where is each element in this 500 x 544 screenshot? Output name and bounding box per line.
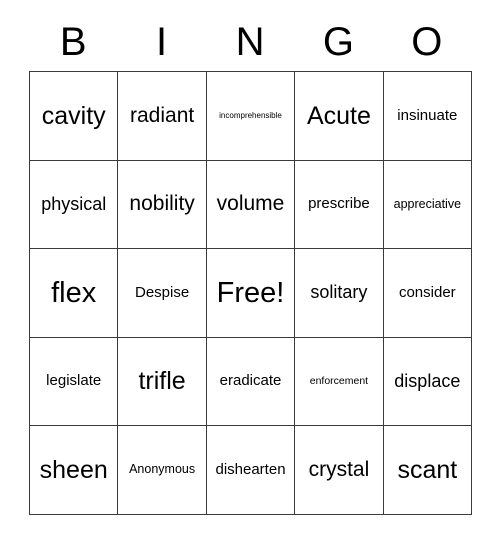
bingo-row: sheen Anonymous dishearten crystal scant bbox=[30, 426, 473, 515]
bingo-cell-label: incomprehensible bbox=[219, 110, 282, 120]
bingo-cell[interactable]: appreciative bbox=[383, 160, 473, 249]
bingo-card: B I N G O cavity radiant incomprehensible A… bbox=[29, 13, 473, 515]
bingo-cell[interactable]: enforcement bbox=[295, 337, 384, 426]
bingo-cell[interactable]: Despise bbox=[118, 249, 207, 338]
bingo-cell[interactable]: sheen bbox=[30, 426, 119, 515]
bingo-cell-label: displace bbox=[394, 370, 461, 391]
header-letter-b: B bbox=[59, 20, 87, 64]
bingo-cell[interactable]: scant bbox=[383, 426, 473, 515]
bingo-cell[interactable]: consider bbox=[383, 249, 473, 338]
bingo-row: cavity radiant incomprehensible Acute insinu… bbox=[30, 72, 473, 161]
bingo-cell[interactable]: Anonymous bbox=[118, 426, 207, 515]
bingo-cell-label: cavity bbox=[41, 101, 106, 130]
bingo-cell-label: prescribe bbox=[308, 195, 370, 213]
bingo-cell[interactable]: prescribe bbox=[295, 160, 384, 249]
bingo-cell-label: sheen bbox=[39, 455, 108, 484]
bingo-cell[interactable]: displace bbox=[383, 337, 473, 426]
bingo-grid: cavity radiant incomprehensible Acute insinu… bbox=[29, 71, 473, 515]
bingo-cell-label: Despise bbox=[135, 283, 190, 301]
bingo-row: flex Despise Free! solitary consider bbox=[30, 249, 473, 338]
bingo-cell-label: Acute bbox=[306, 101, 371, 130]
bingo-cell-label: trifle bbox=[138, 367, 186, 396]
bingo-cell[interactable]: insinuate bbox=[383, 72, 473, 161]
header-letter-o: O bbox=[411, 20, 443, 64]
bingo-header: B I N G O bbox=[29, 13, 471, 71]
bingo-row: legislate trifle eradicate enforcement displ… bbox=[30, 337, 473, 426]
bingo-cell[interactable]: nobility bbox=[118, 160, 207, 249]
bingo-cell-label: crystal bbox=[308, 457, 370, 481]
header-letter-i: I bbox=[156, 20, 168, 64]
bingo-cell-label: radiant bbox=[130, 103, 195, 127]
bingo-cell-label: solitary bbox=[310, 282, 368, 303]
bingo-cell-label: scant bbox=[397, 455, 458, 484]
header-letter-n: N bbox=[235, 20, 265, 64]
bingo-cell-label: Anonymous bbox=[129, 462, 196, 477]
bingo-cell[interactable]: dishearten bbox=[206, 426, 296, 515]
bingo-cell-label: legislate bbox=[46, 372, 102, 390]
bingo-cell-label: appreciative bbox=[393, 196, 462, 211]
bingo-cell-label: enforcement bbox=[309, 374, 369, 387]
bingo-free-space[interactable]: Free! bbox=[206, 249, 296, 338]
bingo-cell[interactable]: radiant bbox=[118, 72, 207, 161]
bingo-row: physical nobility volume prescribe appreciat… bbox=[30, 160, 473, 249]
bingo-cell[interactable]: Acute bbox=[295, 72, 384, 161]
bingo-cell[interactable]: trifle bbox=[118, 337, 207, 426]
bingo-cell-label: flex bbox=[51, 276, 97, 309]
bingo-cell-label: physical bbox=[41, 193, 107, 214]
bingo-cell[interactable]: cavity bbox=[30, 72, 119, 161]
bingo-cell-label: insinuate bbox=[397, 106, 458, 124]
bingo-cell[interactable]: eradicate bbox=[206, 337, 296, 426]
bingo-cell[interactable]: crystal bbox=[295, 426, 384, 515]
bingo-cell-label: consider bbox=[398, 283, 456, 301]
bingo-cell[interactable]: physical bbox=[30, 160, 119, 249]
bingo-cell[interactable]: solitary bbox=[295, 249, 384, 338]
bingo-cell-label: nobility bbox=[129, 192, 195, 216]
bingo-cell-label: Free! bbox=[216, 276, 285, 309]
bingo-cell-label: eradicate bbox=[219, 372, 282, 390]
bingo-cell-label: volume bbox=[216, 192, 285, 216]
bingo-cell[interactable]: volume bbox=[206, 160, 296, 249]
bingo-cell[interactable]: flex bbox=[30, 249, 119, 338]
bingo-cell[interactable]: legislate bbox=[30, 337, 119, 426]
bingo-cell[interactable]: incomprehensible bbox=[206, 72, 296, 161]
header-letter-g: G bbox=[322, 20, 354, 64]
bingo-cell-label: dishearten bbox=[215, 460, 286, 478]
